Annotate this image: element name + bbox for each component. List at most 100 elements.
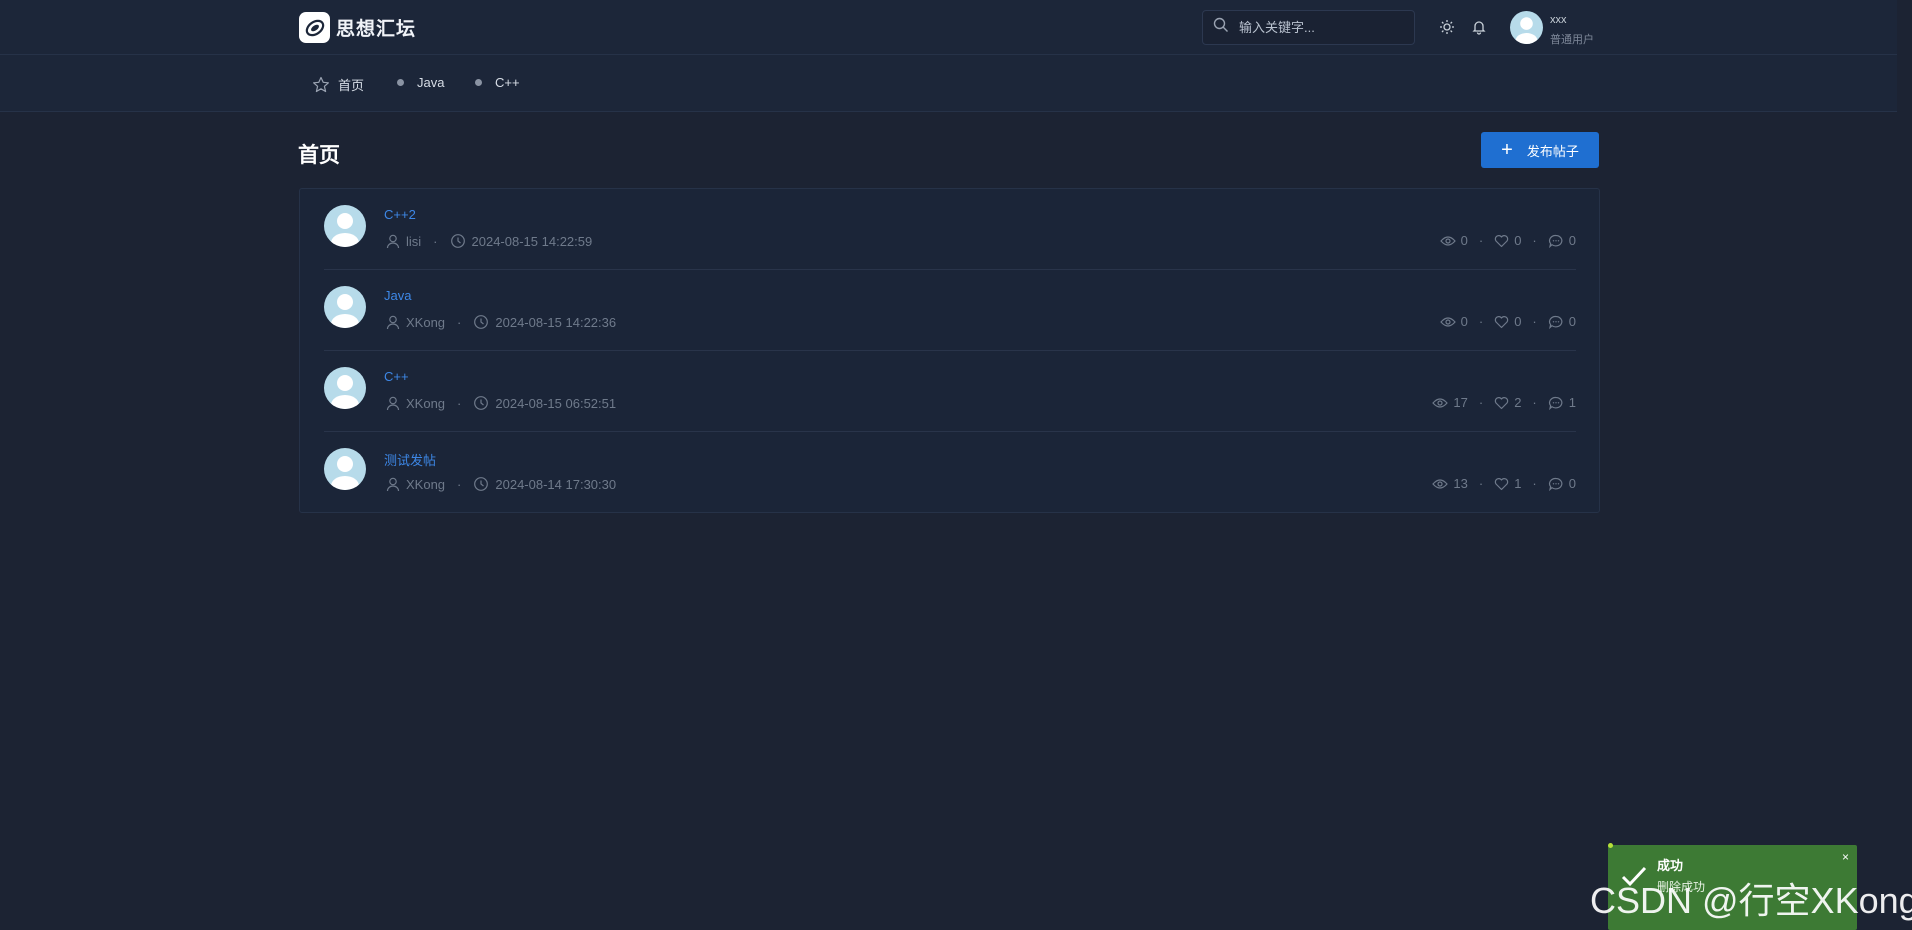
heart-icon <box>1494 477 1509 491</box>
user-name[interactable]: xxx <box>1550 14 1567 26</box>
comments-stat[interactable]: 0 <box>1548 314 1576 329</box>
user-icon <box>386 234 400 249</box>
views-stat: 0 <box>1439 314 1468 329</box>
comments-count: 0 <box>1568 314 1576 329</box>
post-title[interactable]: C++ <box>384 369 409 384</box>
post-author[interactable]: XKong <box>406 477 445 492</box>
comment-icon <box>1548 315 1564 329</box>
search-input[interactable] <box>1239 20 1399 35</box>
post-author[interactable]: XKong <box>406 315 445 330</box>
separator: · <box>1532 314 1537 329</box>
post-stats: 0 · 0 · 0 <box>1439 314 1576 329</box>
clock-icon <box>473 476 489 492</box>
page: 思想汇坛 xxx 普通用户 首页 <box>0 0 1912 930</box>
publish-post-button[interactable]: + 发布帖子 <box>1481 132 1599 168</box>
separator: · <box>1478 314 1484 329</box>
post-stats: 13 · 1 · 0 <box>1432 476 1576 491</box>
category-nav: 首页 Java C++ <box>0 55 1897 112</box>
separator: · <box>457 395 462 411</box>
user-role: 普通用户 <box>1550 34 1594 46</box>
theme-toggle-sun-icon[interactable] <box>1437 17 1457 37</box>
clock-icon <box>450 233 466 249</box>
page-title: 首页 <box>298 144 340 167</box>
nav-item-home[interactable]: 首页 <box>312 75 364 94</box>
author-avatar[interactable] <box>324 367 366 409</box>
post-stats: 17 · 2 · 1 <box>1432 395 1576 410</box>
separator: · <box>1532 395 1537 410</box>
post-row[interactable]: C++ XKong · 2024-08-15 06:52:51 17 · 2 · 1 <box>324 351 1576 432</box>
comments-stat[interactable]: 0 <box>1548 476 1576 491</box>
post-title[interactable]: Java <box>384 288 411 303</box>
post-row[interactable]: 测试发帖 XKong · 2024-08-14 17:30:30 13 · 1 · 0 <box>324 432 1576 513</box>
post-time: 2024-08-15 14:22:36 <box>495 314 617 330</box>
nav-item-cpp[interactable]: C++ <box>475 75 520 90</box>
post-author[interactable]: lisi <box>406 234 421 249</box>
likes-stat[interactable]: 1 <box>1494 476 1521 491</box>
post-meta: XKong · 2024-08-14 17:30:30 <box>386 476 616 492</box>
likes-stat[interactable]: 0 <box>1494 233 1521 248</box>
comments-stat[interactable]: 0 <box>1548 233 1576 248</box>
app-name: 思想汇坛 <box>336 19 417 40</box>
user-icon <box>386 315 400 330</box>
views-stat: 17 <box>1432 395 1468 410</box>
post-meta: lisi · 2024-08-15 14:22:59 <box>386 233 592 249</box>
comment-icon <box>1548 234 1564 248</box>
top-header: 思想汇坛 xxx 普通用户 <box>0 0 1897 55</box>
plus-icon: + <box>1501 139 1513 161</box>
post-time: 2024-08-15 06:52:51 <box>495 395 617 411</box>
search-icon <box>1213 17 1229 38</box>
comments-stat[interactable]: 1 <box>1548 395 1576 410</box>
dot-icon <box>475 79 482 86</box>
author-avatar[interactable] <box>324 286 366 328</box>
user-icon <box>386 396 400 411</box>
post-title[interactable]: C++2 <box>384 207 416 222</box>
likes-stat[interactable]: 2 <box>1494 395 1521 410</box>
comments-count: 0 <box>1568 233 1576 248</box>
views-stat: 0 <box>1439 233 1468 248</box>
nav-item-java[interactable]: Java <box>397 75 444 90</box>
app-logo[interactable]: 思想汇坛 <box>299 12 416 43</box>
post-time: 2024-08-15 14:22:59 <box>471 233 593 249</box>
eye-icon <box>1439 315 1456 329</box>
post-row[interactable]: Java XKong · 2024-08-15 14:22:36 0 · 0 · 0 <box>324 270 1576 351</box>
author-avatar[interactable] <box>324 448 366 490</box>
clock-icon <box>473 395 489 411</box>
post-author[interactable]: XKong <box>406 396 445 411</box>
separator: · <box>1478 395 1484 410</box>
likes-count: 1 <box>1514 476 1522 491</box>
separator: · <box>457 476 462 492</box>
separator: · <box>433 233 438 249</box>
likes-count: 2 <box>1514 395 1522 410</box>
comments-count: 0 <box>1568 476 1576 491</box>
post-meta: XKong · 2024-08-15 14:22:36 <box>386 314 616 330</box>
post-title[interactable]: 测试发帖 <box>384 450 436 469</box>
publish-label: 发布帖子 <box>1526 143 1579 159</box>
author-avatar[interactable] <box>324 205 366 247</box>
notification-bell-icon[interactable] <box>1469 17 1489 37</box>
clock-icon <box>473 314 489 330</box>
views-count: 0 <box>1460 233 1468 248</box>
post-stats: 0 · 0 · 0 <box>1439 233 1576 248</box>
star-icon <box>312 76 330 94</box>
post-meta: XKong · 2024-08-15 06:52:51 <box>386 395 616 411</box>
likes-stat[interactable]: 0 <box>1494 314 1521 329</box>
close-icon[interactable]: × <box>1842 850 1849 864</box>
heart-icon <box>1494 315 1509 329</box>
comments-count: 1 <box>1568 395 1576 410</box>
views-count: 17 <box>1453 395 1468 410</box>
heart-icon <box>1494 396 1509 410</box>
post-row[interactable]: C++2 lisi · 2024-08-15 14:22:59 0 · 0 · 0 <box>324 189 1576 270</box>
separator: · <box>457 314 462 330</box>
nav-label: Java <box>417 75 445 90</box>
eye-icon <box>1439 234 1456 248</box>
views-count: 13 <box>1453 476 1468 491</box>
user-avatar[interactable] <box>1510 11 1543 44</box>
logo-icon <box>299 12 330 43</box>
dot-icon <box>397 79 404 86</box>
watermark: CSDN @行空XKong <box>1590 880 1912 921</box>
post-list: C++2 lisi · 2024-08-15 14:22:59 0 · 0 · 0 Java XKo… <box>299 188 1600 513</box>
comment-icon <box>1548 396 1564 410</box>
search-box[interactable] <box>1202 10 1415 45</box>
views-count: 0 <box>1460 314 1468 329</box>
eye-icon <box>1432 477 1449 491</box>
